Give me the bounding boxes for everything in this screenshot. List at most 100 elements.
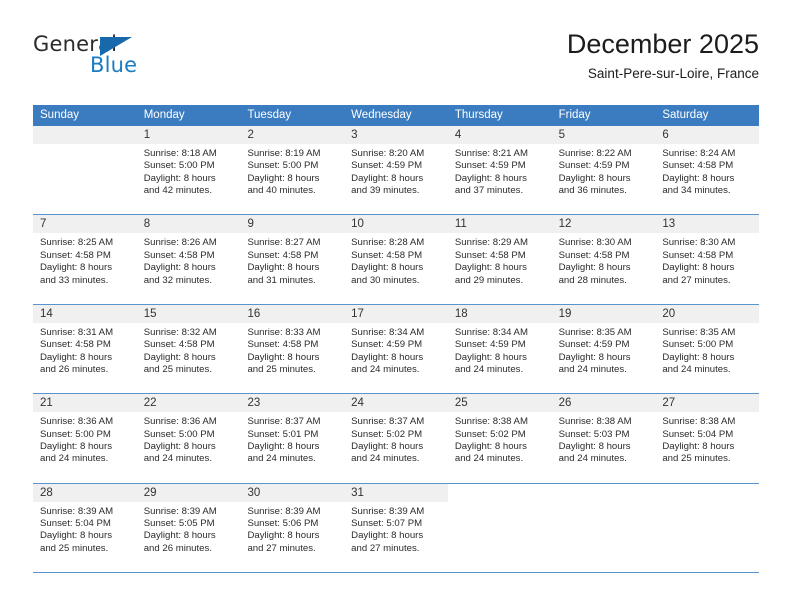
weekday-header-sunday: Sunday [40,109,80,121]
day-number: 1 [136,126,241,144]
calendar-grid: Sunday Monday Tuesday Wednesday Thursday Frid… [33,105,760,573]
day-info-line: Daylight: 8 hours [662,351,735,363]
calendar-day-cell[interactable]: 22 Sunrise: 8:36 AM Sunset: 5:00 PM Dayligh… [136,394,241,482]
calendar-day-cell[interactable]: 26 Sunrise: 8:38 AM Sunset: 5:03 PM Dayligh… [551,394,656,482]
calendar-day-cell[interactable]: 5 Sunrise: 8:22 AM Sunset: 4:59 PM Daylight… [551,126,656,214]
day-info-line: Daylight: 8 hours [40,440,112,452]
calendar-day-cell[interactable]: 13 Sunrise: 8:30 AM Sunset: 4:58 PM Dayligh… [655,215,760,303]
day-number: 27 [655,394,760,413]
day-info-line: and 24 minutes. [40,453,109,465]
day-info-line: Sunset: 5:02 PM [351,428,423,440]
day-info-line: Sunrise: 8:39 AM [143,505,217,517]
day-info-line: and 37 minutes. [454,185,524,197]
day-info-line: Sunset: 4:59 PM [454,160,526,172]
day-number: 28 [33,483,137,502]
day-info-line: Sunset: 4:59 PM [558,339,630,351]
day-sun-info: Sunrise: 8:30 AM Sunset: 4:58 PM Daylight:… [552,233,656,287]
day-info-line: Sunset: 5:00 PM [143,160,215,172]
calendar-day-cell[interactable]: 6 Sunrise: 8:24 AM Sunset: 4:58 PM Daylight… [655,126,760,214]
day-info-line: Sunset: 5:00 PM [143,428,215,440]
day-sun-info: Sunrise: 8:31 AM Sunset: 4:58 PM Daylight:… [33,323,137,377]
calendar-day-cell[interactable]: 11 Sunrise: 8:29 AM Sunset: 4:58 PM Dayligh… [447,215,552,303]
calendar-day-cell[interactable]: 10 Sunrise: 8:28 AM Sunset: 4:58 PM Dayligh… [344,215,448,303]
day-number: 25 [447,394,552,413]
day-sun-info: Sunrise: 8:29 AM Sunset: 4:58 PM Daylight:… [448,233,552,287]
day-info-line: Daylight: 8 hours [40,262,112,274]
day-number: 12 [551,215,656,234]
day-sun-info: Sunrise: 8:37 AM Sunset: 5:01 PM Daylight:… [240,412,344,466]
day-info-line: and 24 minutes. [351,364,420,375]
weekday-header-friday: Friday [558,109,591,121]
day-info-line: Daylight: 8 hours [454,172,527,184]
day-info-line: Daylight: 8 hours [351,262,424,274]
weekday-header-row: Sunday Monday Tuesday Wednesday Thursday Frid… [33,105,759,126]
day-info-line: and 25 minutes. [143,364,212,375]
day-info-line: Sunrise: 8:31 AM [40,326,114,338]
day-info-line: Sunset: 4:58 PM [143,249,215,261]
day-info-line: Sunset: 5:00 PM [247,160,319,172]
calendar-day-cell[interactable]: 31 Sunrise: 8:39 AM Sunset: 5:07 PM Dayligh… [344,483,448,572]
day-info-line: Sunrise: 8:34 AM [351,326,425,338]
calendar-day-cell[interactable]: 24 Sunrise: 8:37 AM Sunset: 5:02 PM Dayligh… [344,394,448,482]
calendar-day-cell[interactable]: 28 Sunrise: 8:39 AM Sunset: 5:04 PM Dayligh… [33,483,137,572]
calendar-day-cell[interactable]: 16 Sunrise: 8:33 AM Sunset: 4:58 PM Dayligh… [240,304,345,393]
calendar-day-cell[interactable]: 4 Sunrise: 8:21 AM Sunset: 4:59 PM Daylight… [447,126,552,214]
day-info-line: Sunset: 4:59 PM [351,339,423,351]
day-number: 19 [551,304,656,323]
day-info-line: Sunrise: 8:38 AM [558,416,632,428]
day-info-line: Daylight: 8 hours [662,172,735,184]
weekday-header-thursday: Thursday [454,109,503,121]
day-sun-info: Sunrise: 8:36 AM Sunset: 5:00 PM Daylight:… [137,412,241,466]
calendar-day-cell[interactable]: 20 Sunrise: 8:35 AM Sunset: 5:00 PM Dayligh… [655,304,760,393]
day-info-line: Sunset: 5:03 PM [558,428,630,440]
day-sun-info: Sunrise: 8:19 AM Sunset: 5:00 PM Daylight:… [240,144,344,198]
calendar-day-cell-empty [447,483,552,572]
day-info-line: Sunset: 4:58 PM [558,249,630,261]
calendar-day-cell[interactable]: 27 Sunrise: 8:38 AM Sunset: 5:04 PM Dayligh… [655,394,760,482]
calendar-day-cell[interactable]: 29 Sunrise: 8:39 AM Sunset: 5:05 PM Dayligh… [136,483,241,572]
day-info-line: Sunrise: 8:38 AM [454,416,528,428]
day-info-line: Daylight: 8 hours [454,262,527,274]
day-info-line: Daylight: 8 hours [558,262,631,274]
calendar-day-cell[interactable]: 8 Sunrise: 8:26 AM Sunset: 4:58 PM Daylight… [136,215,241,303]
logo-text-blue: Blue [90,53,138,77]
calendar-day-cell[interactable]: 2 Sunrise: 8:19 AM Sunset: 5:00 PM Daylight… [240,126,345,214]
general-blue-logo[interactable]: General Blue [33,32,233,84]
calendar-week-row: 7 Sunrise: 8:25 AM Sunset: 4:58 PM Daylight… [33,215,760,305]
calendar-day-cell[interactable]: 19 Sunrise: 8:35 AM Sunset: 4:59 PM Dayligh… [551,304,656,393]
calendar-day-cell[interactable]: 1 Sunrise: 8:18 AM Sunset: 5:00 PM Daylight… [136,126,241,214]
calendar-day-cell[interactable]: 18 Sunrise: 8:34 AM Sunset: 4:59 PM Dayligh… [447,304,552,393]
calendar-day-cell[interactable]: 12 Sunrise: 8:30 AM Sunset: 4:58 PM Dayligh… [551,215,656,303]
day-info-line: Sunrise: 8:35 AM [662,326,736,338]
day-info-line: Sunset: 4:58 PM [662,249,734,261]
day-info-line: Sunset: 4:58 PM [40,249,111,261]
day-info-line: Sunset: 4:58 PM [247,249,319,261]
calendar-day-cell[interactable]: 7 Sunrise: 8:25 AM Sunset: 4:58 PM Daylight… [33,215,137,303]
day-info-line: Daylight: 8 hours [351,351,424,363]
day-info-line: and 24 minutes. [454,364,524,375]
day-info-line: and 42 minutes. [143,185,212,197]
calendar-day-cell[interactable]: 25 Sunrise: 8:38 AM Sunset: 5:02 PM Dayligh… [447,394,552,482]
day-info-line: Sunrise: 8:30 AM [662,237,736,249]
day-info-line: Sunrise: 8:28 AM [351,237,425,249]
calendar-day-cell[interactable]: 9 Sunrise: 8:27 AM Sunset: 4:58 PM Daylight… [240,215,345,303]
day-info-line: Sunrise: 8:39 AM [40,505,114,517]
day-info-line: and 34 minutes. [662,185,731,197]
day-info-line: Daylight: 8 hours [40,530,112,542]
calendar-day-cell[interactable]: 3 Sunrise: 8:20 AM Sunset: 4:59 PM Daylight… [344,126,448,214]
day-info-line: and 31 minutes. [247,274,316,286]
calendar-day-cell[interactable]: 30 Sunrise: 8:39 AM Sunset: 5:06 PM Dayligh… [240,483,345,572]
day-sun-info: Sunrise: 8:35 AM Sunset: 4:59 PM Daylight:… [552,323,656,377]
calendar-day-cell[interactable]: 21 Sunrise: 8:36 AM Sunset: 5:00 PM Dayligh… [33,394,137,482]
day-number [655,483,760,502]
calendar-day-cell[interactable]: 15 Sunrise: 8:32 AM Sunset: 4:58 PM Dayligh… [136,304,241,393]
day-info-line: and 32 minutes. [143,274,212,286]
calendar-day-cell[interactable]: 17 Sunrise: 8:34 AM Sunset: 4:59 PM Dayligh… [344,304,448,393]
day-info-line: Sunrise: 8:38 AM [662,416,736,428]
day-sun-info: Sunrise: 8:27 AM Sunset: 4:58 PM Daylight:… [240,233,344,287]
day-info-line: and 26 minutes. [143,542,212,554]
day-number: 5 [551,126,656,144]
calendar-day-cell[interactable]: 23 Sunrise: 8:37 AM Sunset: 5:01 PM Dayligh… [240,394,345,482]
day-number: 24 [344,394,448,413]
calendar-day-cell[interactable]: 14 Sunrise: 8:31 AM Sunset: 4:58 PM Dayligh… [33,304,137,393]
